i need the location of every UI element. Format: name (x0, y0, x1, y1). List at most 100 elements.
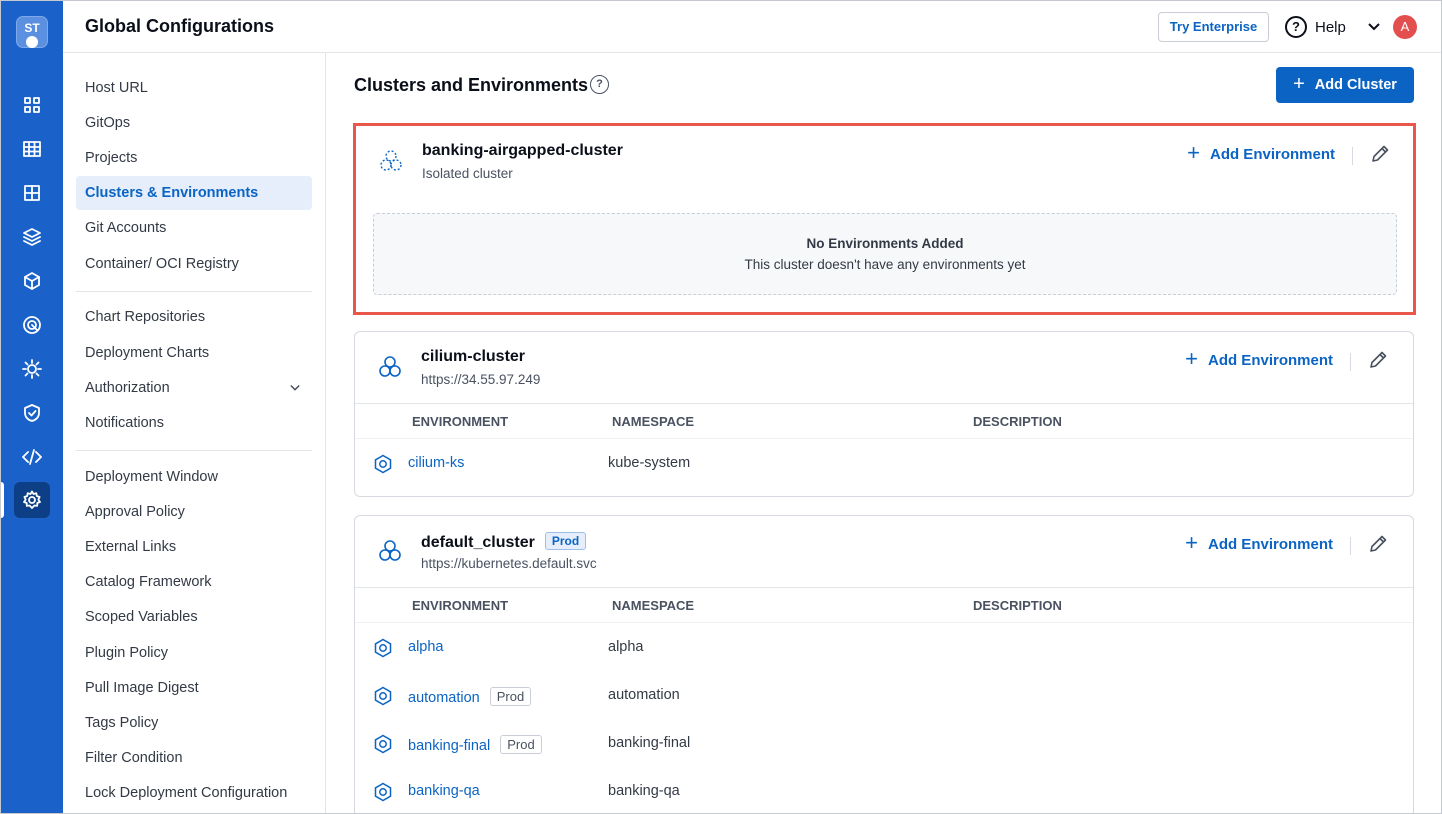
column-namespace: NAMESPACE (612, 598, 695, 613)
environment-name-cell[interactable]: banking-final Prod (408, 735, 542, 754)
add-environment-label: Add Environment (1207, 536, 1333, 553)
cluster-subtitle: Isolated cluster (422, 166, 513, 181)
sidebar-item-lock-deployment-configuration[interactable]: Lock Deployment Configuration (76, 776, 312, 810)
isolated-cluster-icon (380, 150, 402, 171)
sidebar-item-clusters-environments[interactable]: Clusters & Environments (76, 176, 312, 210)
sidebar-divider (76, 291, 312, 292)
code-icon[interactable] (14, 439, 50, 475)
page-title: Clusters and Environments (354, 75, 589, 95)
target-icon[interactable] (14, 307, 50, 343)
empty-state: No Environments Added This cluster doesn… (373, 213, 1397, 295)
sidebar-divider (76, 450, 312, 451)
sidebar-item-authorization[interactable]: Authorization (76, 371, 312, 405)
environment-name-cell[interactable]: automation Prod (408, 687, 532, 706)
bug-icon[interactable] (14, 351, 50, 387)
plus-icon: + (1187, 140, 1200, 165)
pencil-icon[interactable] (1367, 533, 1389, 555)
cluster-card: banking-airgapped-cluster Isolated clust… (353, 123, 1416, 315)
prod-tag: Prod (500, 735, 542, 754)
add-cluster-label: Add Cluster (1314, 77, 1397, 93)
sidebar-item-container-registry[interactable]: Container/ OCI Registry (76, 247, 312, 281)
prod-tag: Prod (489, 687, 532, 706)
plus-icon: + (1293, 73, 1305, 95)
column-namespace: NAMESPACE (612, 414, 695, 429)
empty-state-title: No Environments Added (806, 236, 964, 251)
sidebar-item-deployment-window[interactable]: Deployment Window (76, 460, 312, 494)
sidebar-item-approval-policy[interactable]: Approval Policy (76, 495, 312, 529)
pencil-icon[interactable] (1367, 349, 1389, 371)
sidebar-item-deployment-charts[interactable]: Deployment Charts (76, 336, 312, 370)
environment-name[interactable]: automation (408, 690, 480, 706)
shield-icon[interactable] (14, 395, 50, 431)
environment-namespace: alpha (608, 639, 644, 655)
grid-icon[interactable] (14, 87, 50, 123)
add-environment-button[interactable]: + Add Environment (1185, 346, 1333, 371)
sidebar-item-plugin-policy[interactable]: Plugin Policy (76, 636, 312, 670)
divider (1352, 147, 1353, 165)
avatar[interactable]: A (1393, 15, 1417, 39)
help-menu[interactable]: ? Help (1285, 14, 1380, 40)
environment-name[interactable]: cilium-ks (408, 455, 464, 471)
info-icon[interactable]: ? (590, 75, 609, 94)
add-environment-button[interactable]: + Add Environment (1185, 532, 1333, 554)
table-header: ENVIRONMENT NAMESPACE DESCRIPTION (355, 587, 1413, 623)
cluster-icon (379, 540, 401, 561)
divider (1350, 537, 1351, 555)
sidebar-item-external-links[interactable]: External Links (76, 530, 312, 564)
layers-icon[interactable] (14, 219, 50, 255)
logo-text: ST (24, 21, 40, 35)
environment-icon (374, 782, 392, 802)
cluster-name: cilium-cluster (421, 348, 526, 365)
plus-icon: + (1185, 346, 1198, 371)
cluster-url: https://34.55.97.249 (421, 372, 541, 387)
sidebar-item-scoped-variables[interactable]: Scoped Variables (76, 600, 312, 634)
cluster-name: default_cluster (421, 534, 535, 551)
add-environment-label: Add Environment (1207, 352, 1333, 369)
settings-sidebar: Host URL GitOps Projects Clusters & Envi… (63, 53, 326, 814)
dashboard-icon[interactable] (14, 175, 50, 211)
sidebar-item-gitops[interactable]: GitOps (76, 106, 312, 140)
environment-name[interactable]: banking-qa (408, 783, 480, 799)
cluster-name-row: default_cluster Prod (421, 532, 587, 552)
table-row[interactable]: alpha alpha (355, 624, 1413, 672)
column-environment: ENVIRONMENT (412, 414, 509, 429)
sidebar-item-label: Authorization (85, 380, 170, 396)
pencil-icon[interactable] (1369, 143, 1391, 165)
sidebar-item-git-accounts[interactable]: Git Accounts (76, 211, 312, 245)
column-environment: ENVIRONMENT (412, 598, 509, 613)
sidebar-item-host-url[interactable]: Host URL (76, 71, 312, 105)
table-row[interactable]: cilium-ks kube-system (355, 440, 1413, 488)
table-header: ENVIRONMENT NAMESPACE DESCRIPTION (355, 403, 1413, 439)
environment-namespace: banking-qa (608, 783, 680, 799)
app-logo[interactable]: ST (16, 16, 48, 48)
chevron-down-icon (1368, 23, 1380, 31)
table-icon[interactable] (14, 131, 50, 167)
try-enterprise-button[interactable]: Try Enterprise (1158, 12, 1269, 42)
environment-icon (374, 638, 392, 658)
logo-mark-icon (26, 36, 38, 48)
table-row[interactable]: automation Prod automation (355, 672, 1413, 720)
column-description: DESCRIPTION (973, 598, 1062, 613)
icon-rail: ST (0, 0, 63, 814)
main-content: Clusters and Environments ? + Add Cluste… (327, 53, 1442, 814)
sidebar-item-tags-policy[interactable]: Tags Policy (76, 706, 312, 740)
cluster-card: default_cluster Prod https://kubernetes.d… (354, 515, 1414, 814)
chevron-down-icon (290, 384, 300, 391)
table-row[interactable]: banking-qa banking-qa (355, 768, 1413, 814)
add-cluster-button[interactable]: + Add Cluster (1276, 67, 1414, 103)
environment-name[interactable]: alpha (408, 639, 443, 655)
sidebar-item-projects[interactable]: Projects (76, 141, 312, 175)
sidebar-item-catalog-framework[interactable]: Catalog Framework (76, 565, 312, 599)
environment-name[interactable]: banking-final (408, 738, 490, 754)
add-environment-button[interactable]: + Add Environment (1187, 140, 1335, 165)
prod-badge: Prod (544, 532, 587, 550)
sidebar-item-chart-repositories[interactable]: Chart Repositories (76, 300, 312, 334)
help-label: Help (1315, 18, 1346, 36)
sidebar-item-notifications[interactable]: Notifications (76, 406, 312, 440)
sidebar-item-pull-image-digest[interactable]: Pull Image Digest (76, 671, 312, 705)
gear-icon[interactable] (14, 482, 50, 518)
top-header: Global Configurations Try Enterprise ? H… (63, 0, 1442, 53)
table-row[interactable]: banking-final Prod banking-final (355, 720, 1413, 768)
sidebar-item-filter-condition[interactable]: Filter Condition (76, 741, 312, 775)
cube-icon[interactable] (14, 263, 50, 299)
